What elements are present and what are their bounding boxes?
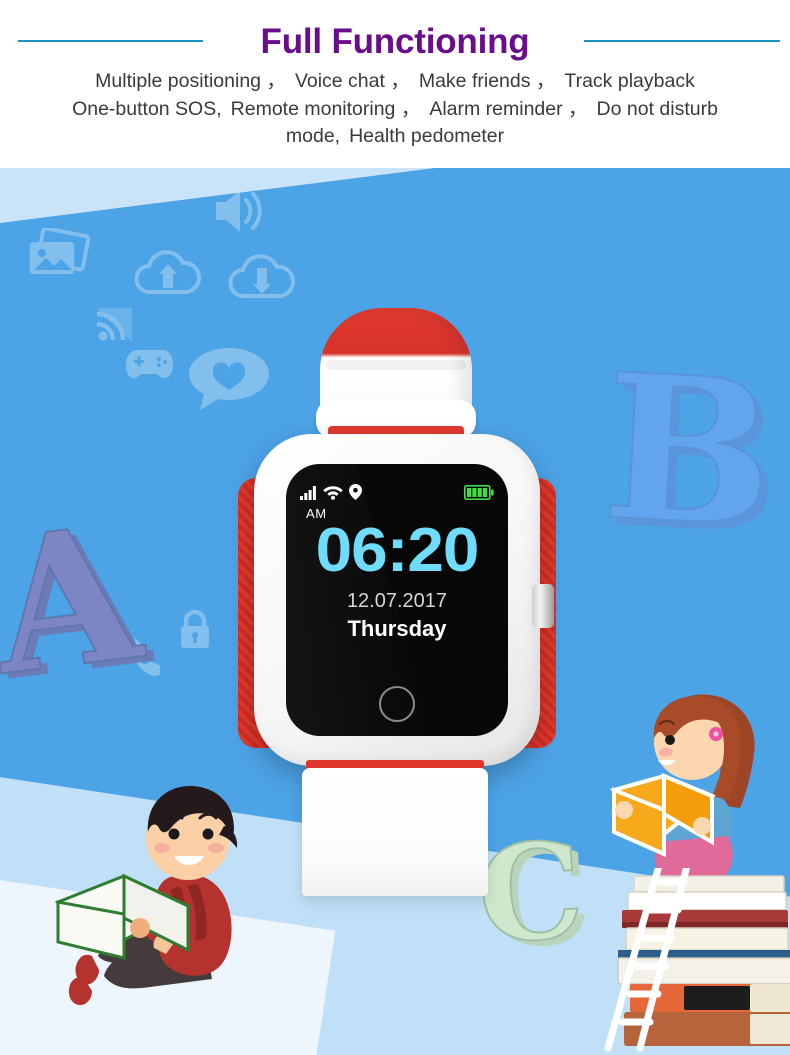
decor-band-top (0, 168, 790, 228)
page-title: Full Functioning (260, 21, 530, 61)
watch-side-button[interactable] (532, 584, 554, 628)
feature-item: Track playback (564, 70, 695, 92)
signal-icon (300, 486, 316, 500)
cloud-download-icon (228, 254, 296, 298)
watch-body: AM 06:20 12.07.2017 Thursday (254, 434, 554, 766)
feature-item: Alarm reminder ， (429, 97, 588, 120)
feature-item: One-button SOS, (72, 97, 222, 120)
watch-weekday: Thursday (347, 616, 447, 641)
cloud-upload-icon (134, 250, 202, 294)
watch-status-bar (300, 482, 494, 502)
product-banner: Full Functioning Multiple positioning ， V… (0, 0, 790, 1055)
decor-letter-a: A (0, 482, 151, 718)
feature-item: Do not disturb (596, 97, 718, 120)
title-rule-left (18, 40, 203, 42)
feature-line-3: mode, Health pedometer (14, 123, 776, 151)
photo-icon (30, 228, 90, 274)
book-stack-illustration (604, 868, 790, 1052)
feature-item: Multiple positioning ， (95, 70, 286, 92)
feature-item: Health pedometer (349, 125, 505, 148)
location-pin-icon (349, 484, 362, 500)
title-rule-right (584, 40, 780, 42)
decor-letter-b: B (597, 329, 780, 575)
watch-home-button[interactable] (379, 686, 415, 722)
wifi-icon (323, 486, 343, 500)
feature-list: Multiple positioning ， Voice chat ， Make f… (0, 68, 790, 151)
hero-section: A B C AM 06:20 12.07.2017 Thursday (0, 168, 790, 1055)
game-controller-icon (126, 350, 173, 378)
watch-date: 12.07.2017 (346, 590, 448, 612)
watch-time: 06:20 (315, 516, 480, 585)
feature-line-1: Multiple positioning ， Voice chat ， Make f… (14, 68, 776, 96)
watch-screen[interactable]: AM 06:20 12.07.2017 Thursday (286, 464, 508, 736)
boy-reading-illustration (54, 786, 238, 1006)
feature-line-2: One-button SOS, Remote monitoring ， Alarm … (14, 96, 776, 124)
feature-item: Remote monitoring ， (230, 97, 421, 120)
lock-icon (181, 609, 209, 648)
header-section: Full Functioning Multiple positioning ， V… (0, 0, 790, 168)
feature-item: mode, (285, 125, 341, 148)
rss-icon (96, 308, 132, 342)
battery-icon (464, 484, 494, 500)
feature-item: Voice chat ， (294, 70, 410, 92)
title-row: Full Functioning (0, 0, 790, 62)
watch-strap-bottom (302, 768, 488, 896)
feature-item: Make friends ， (418, 70, 556, 92)
phone-icon (127, 638, 160, 676)
